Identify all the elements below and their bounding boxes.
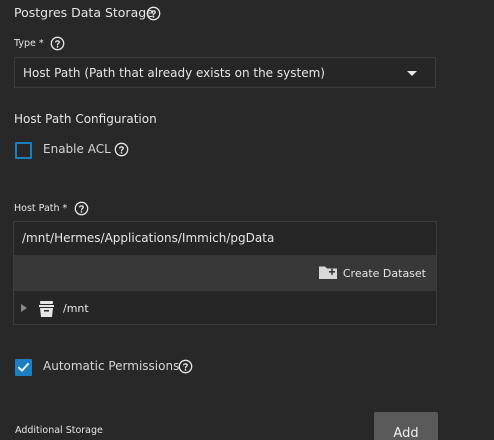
checkmark-icon <box>17 362 30 372</box>
enable-acl-checkbox[interactable] <box>15 142 32 159</box>
type-select[interactable]: Host Path (Path that already exists on t… <box>14 57 436 88</box>
folder-plus-icon <box>318 264 338 283</box>
automatic-permissions-checkbox[interactable] <box>15 359 32 376</box>
app-form-root: Postgres Data Storage Type * Host Path (… <box>0 0 494 440</box>
section-title: Postgres Data Storage <box>14 5 154 20</box>
host-path-config-title: Host Path Configuration <box>14 112 157 126</box>
host-path-label: Host Path * <box>14 203 68 214</box>
automatic-permissions-label: Automatic Permissions <box>43 359 180 373</box>
type-help-icon[interactable] <box>50 36 65 51</box>
host-path-explorer: /mnt/Hermes/Applications/Immich/pgData C… <box>13 221 437 325</box>
tree-node-mnt[interactable]: /mnt <box>14 291 436 324</box>
explorer-toolbar: Create Dataset <box>14 255 436 291</box>
triangle-right-icon[interactable] <box>21 304 27 312</box>
type-select-value: Host Path (Path that already exists on t… <box>23 66 325 80</box>
enable-acl-label: Enable ACL <box>43 142 111 156</box>
enable-acl-help-icon[interactable] <box>114 142 129 157</box>
host-path-input[interactable]: /mnt/Hermes/Applications/Immich/pgData <box>14 222 436 255</box>
tree-node-label: /mnt <box>63 302 89 315</box>
caret-down-icon <box>407 71 417 76</box>
dataset-icon <box>38 300 55 322</box>
help-icon[interactable] <box>146 6 161 21</box>
additional-storage-label: Additional Storage <box>15 425 103 436</box>
add-storage-button[interactable]: Add <box>374 412 438 440</box>
type-label: Type * <box>14 38 44 49</box>
create-dataset-button[interactable]: Create Dataset <box>318 265 426 282</box>
add-button-label: Add <box>393 426 419 440</box>
automatic-permissions-help-icon[interactable] <box>178 359 193 374</box>
create-dataset-label: Create Dataset <box>342 267 426 280</box>
host-path-help-icon[interactable] <box>74 201 89 216</box>
